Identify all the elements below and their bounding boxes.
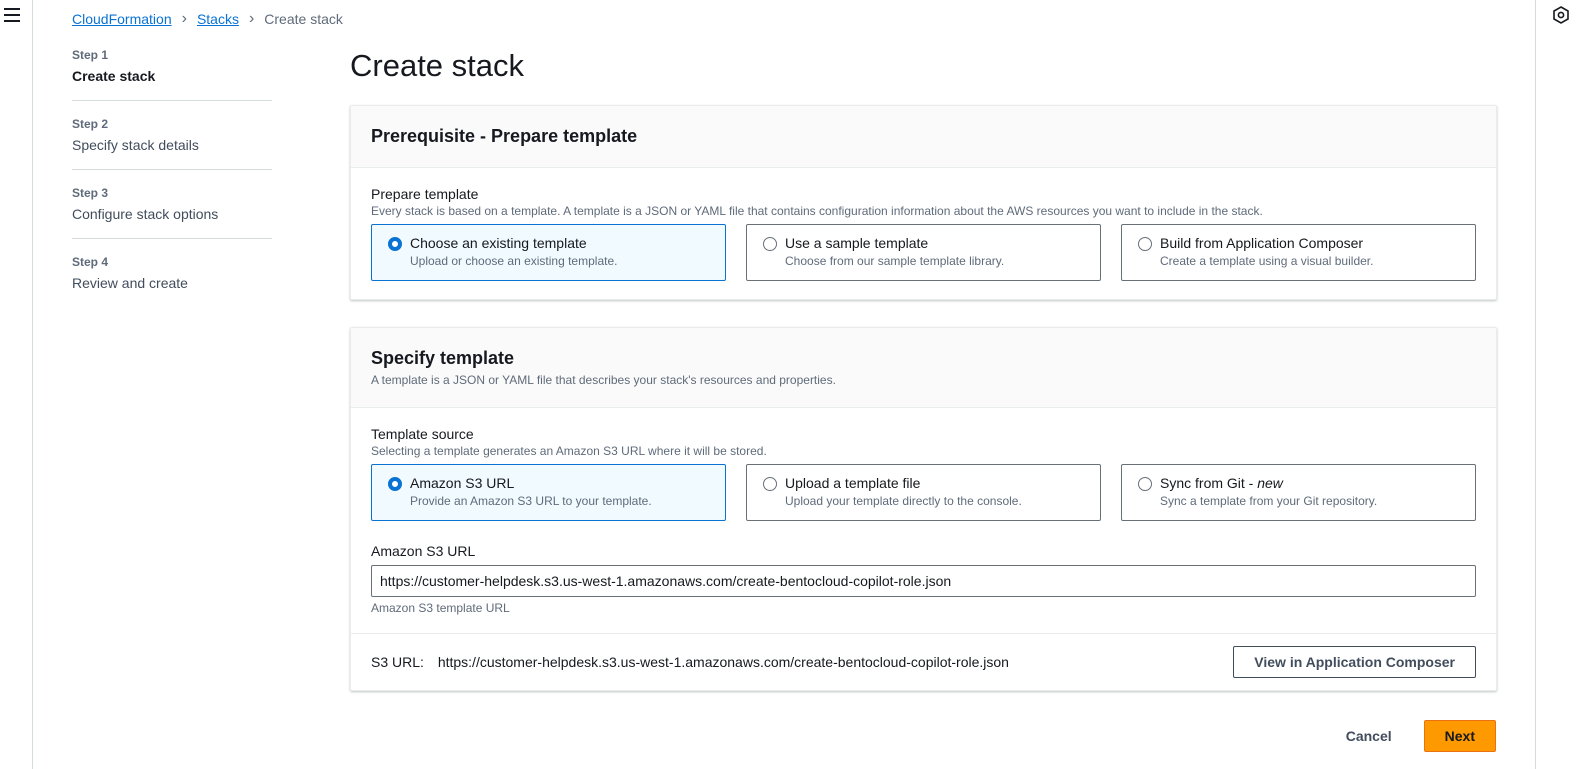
breadcrumb-stacks[interactable]: Stacks: [197, 11, 239, 27]
s3-url-input[interactable]: [371, 565, 1476, 597]
option-description: Create a template using a visual builder…: [1160, 254, 1374, 268]
option-sample-template[interactable]: Use a sample template Choose from our sa…: [746, 224, 1101, 281]
template-source-options: Amazon S3 URL Provide an Amazon S3 URL t…: [371, 464, 1476, 521]
view-in-composer-button[interactable]: View in Application Composer: [1233, 646, 1476, 678]
radio-button[interactable]: [1138, 477, 1152, 491]
step-title: Configure stack options: [72, 206, 219, 222]
step-number: Step 3: [72, 186, 109, 200]
prepare-template-options: Choose an existing template Upload or ch…: [371, 224, 1476, 281]
step-title: Review and create: [72, 275, 188, 291]
option-title: Use a sample template: [785, 235, 929, 251]
left-rail: [0, 0, 33, 769]
s3-url-constraint: Amazon S3 template URL: [371, 601, 510, 615]
prepare-template-label: Prepare template: [371, 186, 479, 202]
new-badge: new: [1257, 475, 1283, 491]
option-upload-file[interactable]: Upload a template file Upload your templ…: [746, 464, 1101, 521]
option-application-composer[interactable]: Build from Application Composer Create a…: [1121, 224, 1476, 281]
panel-heading: Specify template: [371, 348, 515, 368]
wizard-step-3[interactable]: Step 3 Configure stack options: [72, 186, 272, 239]
panel-subheading: A template is a JSON or YAML file that d…: [371, 373, 836, 387]
wizard-step-4[interactable]: Step 4 Review and create: [72, 255, 272, 307]
panel-header: Prerequisite - Prepare template: [351, 106, 1496, 168]
panel-body: Template source Selecting a template gen…: [351, 408, 1496, 633]
page-title: Create stack: [350, 48, 525, 83]
option-title: Sync from Git - new: [1160, 475, 1461, 491]
step-number: Step 1: [72, 48, 109, 62]
option-title: Choose an existing template: [410, 235, 587, 251]
s3-url-line: S3 URL: https://customer-helpdesk.s3.us-…: [371, 654, 1009, 670]
panel-heading: Prerequisite - Prepare template: [371, 126, 638, 146]
right-rail: [1535, 0, 1576, 769]
settings-icon[interactable]: [1552, 6, 1570, 24]
radio-button[interactable]: [388, 477, 402, 491]
radio-button[interactable]: [763, 477, 777, 491]
s3-url-summary: S3 URL: https://customer-helpdesk.s3.us-…: [351, 633, 1496, 690]
radio-button[interactable]: [763, 237, 777, 251]
template-source-label: Template source: [371, 426, 474, 442]
s3-url-summary-value: https://customer-helpdesk.s3.us-west-1.a…: [437, 654, 1009, 670]
panel-body: Prepare template Every stack is based on…: [351, 168, 1496, 299]
wizard-steps: Step 1 Create stack Step 2 Specify stack…: [72, 48, 272, 323]
option-existing-template[interactable]: Choose an existing template Upload or ch…: [371, 224, 726, 281]
option-title: Upload a template file: [785, 475, 921, 491]
breadcrumb: CloudFormation › Stacks › Create stack: [72, 10, 343, 28]
menu-icon[interactable]: [4, 8, 20, 22]
step-number: Step 4: [72, 255, 109, 269]
step-title: Create stack: [72, 68, 156, 84]
s3-url-summary-label: S3 URL:: [371, 654, 424, 670]
breadcrumb-cloudformation[interactable]: CloudFormation: [72, 11, 172, 27]
option-description: Sync a template from your Git repository…: [1160, 494, 1378, 508]
chevron-right-icon: ›: [181, 10, 187, 27]
radio-button[interactable]: [388, 237, 402, 251]
prepare-template-description: Every stack is based on a template. A te…: [371, 204, 1263, 218]
option-description: Provide an Amazon S3 URL to your templat…: [410, 494, 652, 508]
wizard-actions: Cancel Next: [1340, 720, 1496, 752]
option-description: Upload or choose an existing template.: [410, 254, 618, 268]
option-description: Choose from our sample template library.: [785, 254, 1005, 268]
panel-header: Specify template A template is a JSON or…: [351, 328, 1496, 408]
template-source-description: Selecting a template generates an Amazon…: [371, 444, 767, 458]
next-button[interactable]: Next: [1423, 720, 1496, 752]
breadcrumb-current: Create stack: [264, 11, 343, 27]
radio-button[interactable]: [1138, 237, 1152, 251]
prerequisite-panel: Prerequisite - Prepare template Prepare …: [350, 105, 1497, 300]
option-title: Build from Application Composer: [1160, 235, 1364, 251]
step-number: Step 2: [72, 117, 109, 131]
s3-url-label: Amazon S3 URL: [371, 543, 476, 559]
option-title-text: Sync from Git -: [1160, 475, 1258, 491]
specify-template-panel: Specify template A template is a JSON or…: [350, 327, 1497, 691]
wizard-step-2[interactable]: Step 2 Specify stack details: [72, 117, 272, 170]
option-s3-url[interactable]: Amazon S3 URL Provide an Amazon S3 URL t…: [371, 464, 726, 521]
wizard-step-1: Step 1 Create stack: [72, 48, 272, 101]
option-description: Upload your template directly to the con…: [785, 494, 1022, 508]
option-sync-git[interactable]: Sync from Git - new Sync a template from…: [1121, 464, 1476, 521]
option-title: Amazon S3 URL: [410, 475, 515, 491]
cancel-button[interactable]: Cancel: [1340, 727, 1398, 745]
step-title: Specify stack details: [72, 137, 199, 153]
chevron-right-icon: ›: [248, 10, 255, 27]
